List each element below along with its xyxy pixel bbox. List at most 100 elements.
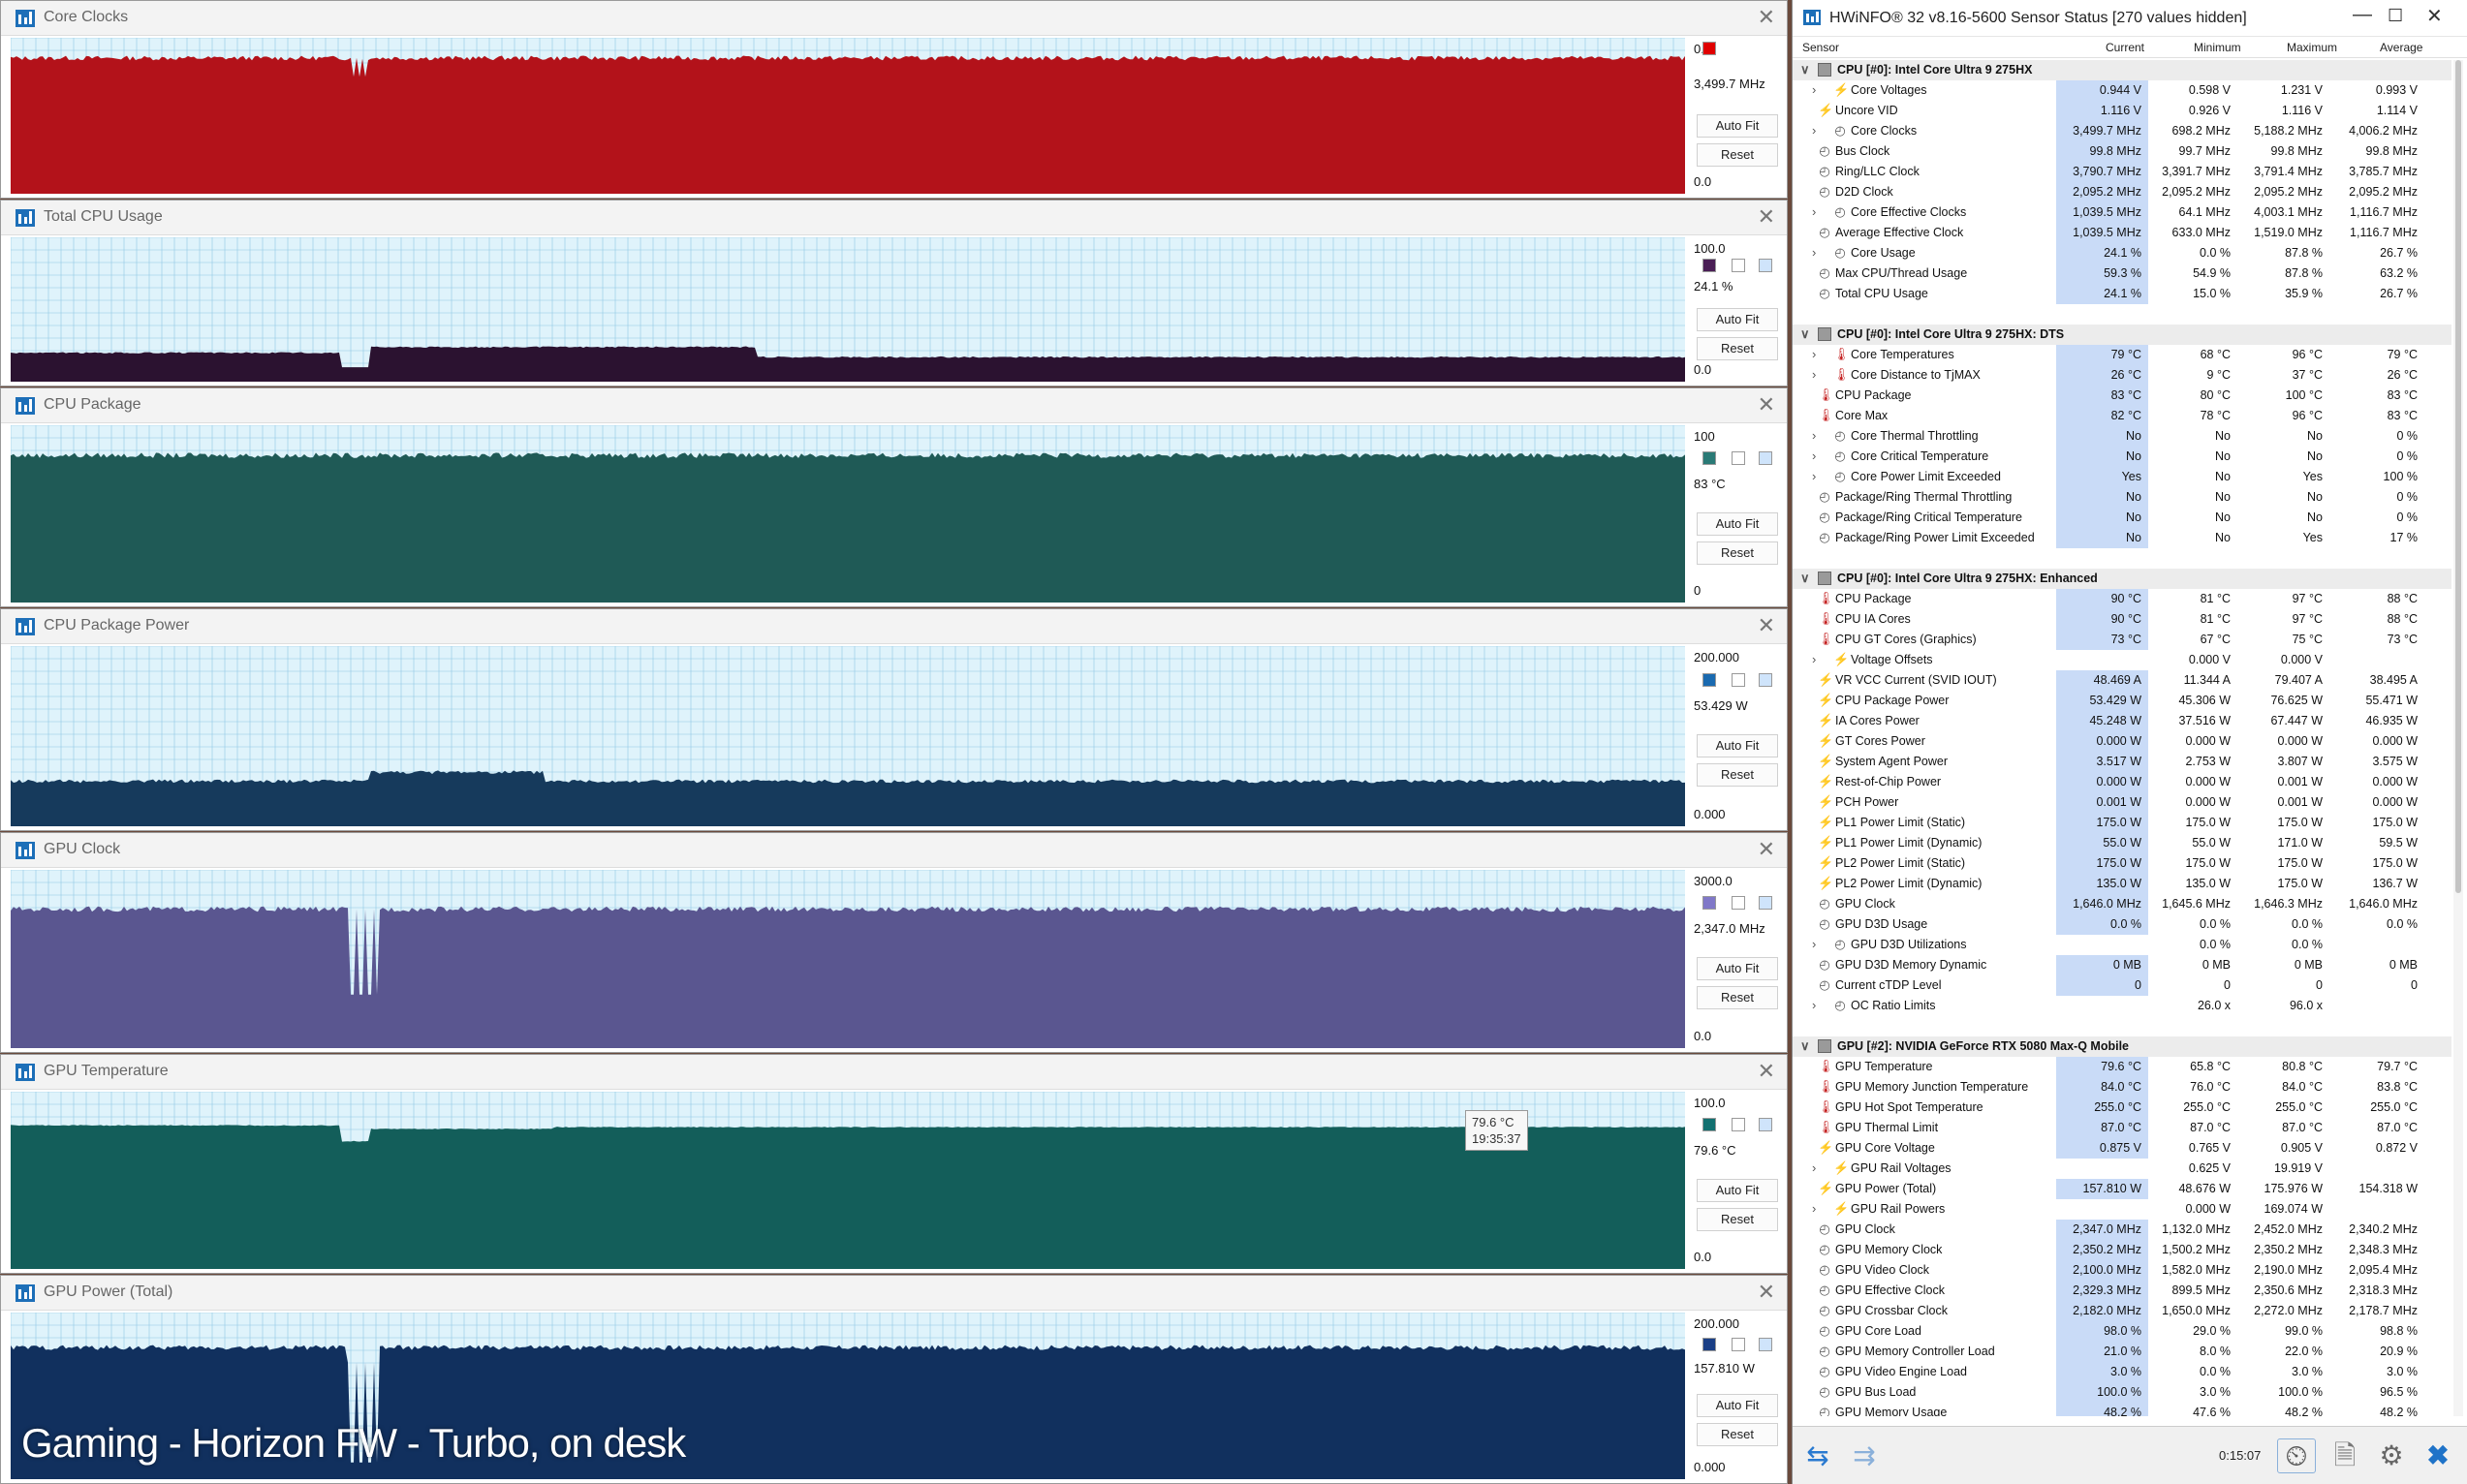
series-color-swatch[interactable] — [1702, 1118, 1716, 1131]
graph-titlebar[interactable]: CPU Package Power ✕ — [1, 609, 1787, 644]
sensor-group-header[interactable]: ∨ CPU [#0]: Intel Core Ultra 9 275HX: DT… — [1793, 325, 2451, 345]
settings-gear-icon[interactable]: ⚙ — [2372, 1438, 2411, 1473]
expand-chevron-icon[interactable]: › — [1812, 937, 1816, 951]
reset-button[interactable]: Reset — [1697, 1423, 1778, 1446]
close-icon[interactable]: ✕ — [1758, 392, 1775, 417]
sensor-row[interactable]: ◴ GPU Bus Load 100.0 % 3.0 % 100.0 % 96.… — [1793, 1382, 2451, 1403]
series-swatch-blank[interactable] — [1732, 259, 1745, 272]
series-swatch-blank[interactable] — [1732, 1338, 1745, 1351]
graph-titlebar[interactable]: CPU Package ✕ — [1, 388, 1787, 423]
sensor-row[interactable]: 🌡 GPU Hot Spot Temperature 255.0 °C 255.… — [1793, 1098, 2451, 1118]
sensor-row[interactable]: ⚡ GPU Core Voltage 0.875 V 0.765 V 0.905… — [1793, 1138, 2451, 1159]
expand-chevron-icon[interactable]: › — [1812, 123, 1816, 138]
sensor-row[interactable]: ◴ Max CPU/Thread Usage 59.3 % 54.9 % 87.… — [1793, 263, 2451, 284]
sensor-row[interactable]: 🌡 CPU GT Cores (Graphics) 73 °C 67 °C 75… — [1793, 630, 2451, 650]
sensor-row[interactable]: ◴ D2D Clock 2,095.2 MHz 2,095.2 MHz 2,09… — [1793, 182, 2451, 202]
graph-window[interactable]: CPU Package ✕ 100 83 °C Auto Fit Reset 0 — [0, 387, 1788, 607]
expand-chevron-icon[interactable]: › — [1812, 204, 1816, 219]
sensor-row[interactable]: 🌡 Core Max 82 °C 78 °C 96 °C 83 °C — [1793, 406, 2451, 426]
sensor-row[interactable]: ◴ Total CPU Usage 24.1 % 15.0 % 35.9 % 2… — [1793, 284, 2451, 304]
collapse-chevron-icon[interactable]: ∨ — [1800, 1038, 1810, 1054]
sensor-row[interactable]: ◴ GPU Memory Clock 2,350.2 MHz 1,500.2 M… — [1793, 1240, 2451, 1260]
sensor-row[interactable]: › ◴ OC Ratio Limits 26.0 x 96.0 x — [1793, 996, 2451, 1016]
collapse-chevron-icon[interactable]: ∨ — [1800, 62, 1810, 77]
reset-button[interactable]: Reset — [1697, 986, 1778, 1009]
sensor-row[interactable]: ⚡ IA Cores Power 45.248 W 37.516 W 67.44… — [1793, 711, 2451, 731]
series-swatch-blank[interactable] — [1732, 1118, 1745, 1131]
minimize-button[interactable]: — — [2353, 4, 2372, 26]
maximize-button[interactable]: ☐ — [2388, 6, 2403, 26]
sensor-row[interactable]: ⚡ PL2 Power Limit (Static) 175.0 W 175.0… — [1793, 853, 2451, 874]
series-swatch-light[interactable] — [1759, 451, 1772, 465]
sensor-row[interactable]: ⚡ Rest-of-Chip Power 0.000 W 0.000 W 0.0… — [1793, 772, 2451, 792]
graph-titlebar[interactable]: Total CPU Usage ✕ — [1, 201, 1787, 235]
graph-window[interactable]: CPU Package Power ✕ 200.000 53.429 W Aut… — [0, 608, 1788, 831]
sensor-row[interactable]: › ⚡ GPU Rail Voltages 0.625 V 19.919 V — [1793, 1159, 2451, 1179]
series-color-swatch[interactable] — [1702, 451, 1716, 465]
sensor-row[interactable]: › ◴ Core Usage 24.1 % 0.0 % 87.8 % 26.7 … — [1793, 243, 2451, 263]
sensor-row[interactable]: ◴ GPU Memory Usage 48.2 % 47.6 % 48.2 % … — [1793, 1403, 2451, 1416]
report-icon[interactable]: 🗎 — [2326, 1438, 2364, 1473]
series-swatch-blank[interactable] — [1732, 451, 1745, 465]
reset-button[interactable]: Reset — [1697, 541, 1778, 565]
sensor-row[interactable]: ◴ GPU Crossbar Clock 2,182.0 MHz 1,650.0… — [1793, 1301, 2451, 1321]
auto-fit-button[interactable]: Auto Fit — [1697, 512, 1778, 536]
sensor-row[interactable]: ◴ GPU Clock 1,646.0 MHz 1,645.6 MHz 1,64… — [1793, 894, 2451, 914]
auto-fit-button[interactable]: Auto Fit — [1697, 957, 1778, 980]
graph-titlebar[interactable]: Core Clocks ✕ — [1, 1, 1787, 36]
close-icon[interactable]: ✕ — [1758, 1280, 1775, 1305]
expand-chevron-icon[interactable]: › — [1812, 428, 1816, 443]
expand-chevron-icon[interactable]: › — [1812, 347, 1816, 361]
sensor-row[interactable]: ⚡ Uncore VID 1.116 V 0.926 V 1.116 V 1.1… — [1793, 101, 2451, 121]
sensor-row[interactable]: ◴ GPU D3D Memory Dynamic 0 MB 0 MB 0 MB … — [1793, 955, 2451, 975]
graph-window[interactable]: GPU Temperature ✕ 100.0 79.6 °C Auto Fit… — [0, 1054, 1788, 1274]
sensor-row[interactable]: ⚡ PL1 Power Limit (Dynamic) 55.0 W 55.0 … — [1793, 833, 2451, 853]
sensor-row[interactable]: ◴ GPU Memory Controller Load 21.0 % 8.0 … — [1793, 1342, 2451, 1362]
series-swatch-light[interactable] — [1759, 1338, 1772, 1351]
auto-fit-button[interactable]: Auto Fit — [1697, 114, 1778, 138]
sensor-row[interactable]: ◴ GPU D3D Usage 0.0 % 0.0 % 0.0 % 0.0 % — [1793, 914, 2451, 935]
sensor-row[interactable]: 🌡 GPU Temperature 79.6 °C 65.8 °C 80.8 °… — [1793, 1057, 2451, 1077]
series-swatch-light[interactable] — [1759, 259, 1772, 272]
graph-titlebar[interactable]: GPU Power (Total) ✕ — [1, 1276, 1787, 1311]
sensor-row[interactable]: › ◴ Core Thermal Throttling No No No 0 % — [1793, 426, 2451, 447]
sensor-row[interactable]: ⚡ GT Cores Power 0.000 W 0.000 W 0.000 W… — [1793, 731, 2451, 752]
close-icon[interactable]: ✕ — [1758, 613, 1775, 638]
col-minimum[interactable]: Minimum — [2194, 41, 2241, 54]
sensor-group-header[interactable]: ∨ CPU [#0]: Intel Core Ultra 9 275HX — [1793, 60, 2451, 80]
sensor-row[interactable]: ◴ Ring/LLC Clock 3,790.7 MHz 3,391.7 MHz… — [1793, 162, 2451, 182]
sensor-row[interactable]: ⚡ GPU Power (Total) 157.810 W 48.676 W 1… — [1793, 1179, 2451, 1199]
sensor-row[interactable]: ◴ Current cTDP Level 0 0 0 0 — [1793, 975, 2451, 996]
close-window-button[interactable]: ✕ — [2426, 4, 2443, 28]
sensor-row[interactable]: ◴ GPU Core Load 98.0 % 29.0 % 99.0 % 98.… — [1793, 1321, 2451, 1342]
expand-chevron-icon[interactable]: › — [1812, 998, 1816, 1012]
reset-button[interactable]: Reset — [1697, 143, 1778, 167]
clock-icon[interactable]: ⏲ — [2277, 1438, 2316, 1473]
sensor-row[interactable]: ◴ GPU Effective Clock 2,329.3 MHz 899.5 … — [1793, 1281, 2451, 1301]
sensor-list[interactable]: ∨ CPU [#0]: Intel Core Ultra 9 275HX › ⚡… — [1793, 60, 2451, 1416]
sensor-row[interactable]: 🌡 CPU Package 90 °C 81 °C 97 °C 88 °C — [1793, 589, 2451, 609]
collapse-chevron-icon[interactable]: ∨ — [1800, 571, 1810, 586]
reset-button[interactable]: Reset — [1697, 1208, 1778, 1231]
sensor-row[interactable]: 🌡 GPU Memory Junction Temperature 84.0 °… — [1793, 1077, 2451, 1098]
expand-chevron-icon[interactable]: › — [1812, 1160, 1816, 1175]
auto-fit-button[interactable]: Auto Fit — [1697, 308, 1778, 331]
expand-chevron-icon[interactable]: › — [1812, 1201, 1816, 1216]
auto-fit-button[interactable]: Auto Fit — [1697, 1394, 1778, 1417]
expand-chevron-icon[interactable]: › — [1812, 82, 1816, 97]
graph-window[interactable]: Core Clocks ✕ 0.0 3,499.7 MHz Auto Fit R… — [0, 0, 1788, 199]
expand-chevron-icon[interactable]: › — [1812, 245, 1816, 260]
sensor-row[interactable]: ⚡ PL2 Power Limit (Dynamic) 135.0 W 135.… — [1793, 874, 2451, 894]
close-icon[interactable]: ✕ — [1758, 204, 1775, 230]
sensor-row[interactable]: › ⚡ Voltage Offsets 0.000 V 0.000 V — [1793, 650, 2451, 670]
sensor-row[interactable]: ◴ GPU Video Engine Load 3.0 % 0.0 % 3.0 … — [1793, 1362, 2451, 1382]
sensor-row[interactable]: › ◴ Core Effective Clocks 1,039.5 MHz 64… — [1793, 202, 2451, 223]
series-color-swatch[interactable] — [1702, 259, 1716, 272]
sensor-row[interactable]: › ◴ Core Power Limit Exceeded Yes No Yes… — [1793, 467, 2451, 487]
series-swatch-light[interactable] — [1759, 896, 1772, 910]
sensor-row[interactable]: › ◴ Core Critical Temperature No No No 0… — [1793, 447, 2451, 467]
sensor-row[interactable]: 🌡 GPU Thermal Limit 87.0 °C 87.0 °C 87.0… — [1793, 1118, 2451, 1138]
auto-fit-button[interactable]: Auto Fit — [1697, 1179, 1778, 1202]
sensor-row[interactable]: 🌡 CPU Package 83 °C 80 °C 100 °C 83 °C — [1793, 386, 2451, 406]
nav-right-icon[interactable]: ⇉ — [1845, 1438, 1884, 1473]
